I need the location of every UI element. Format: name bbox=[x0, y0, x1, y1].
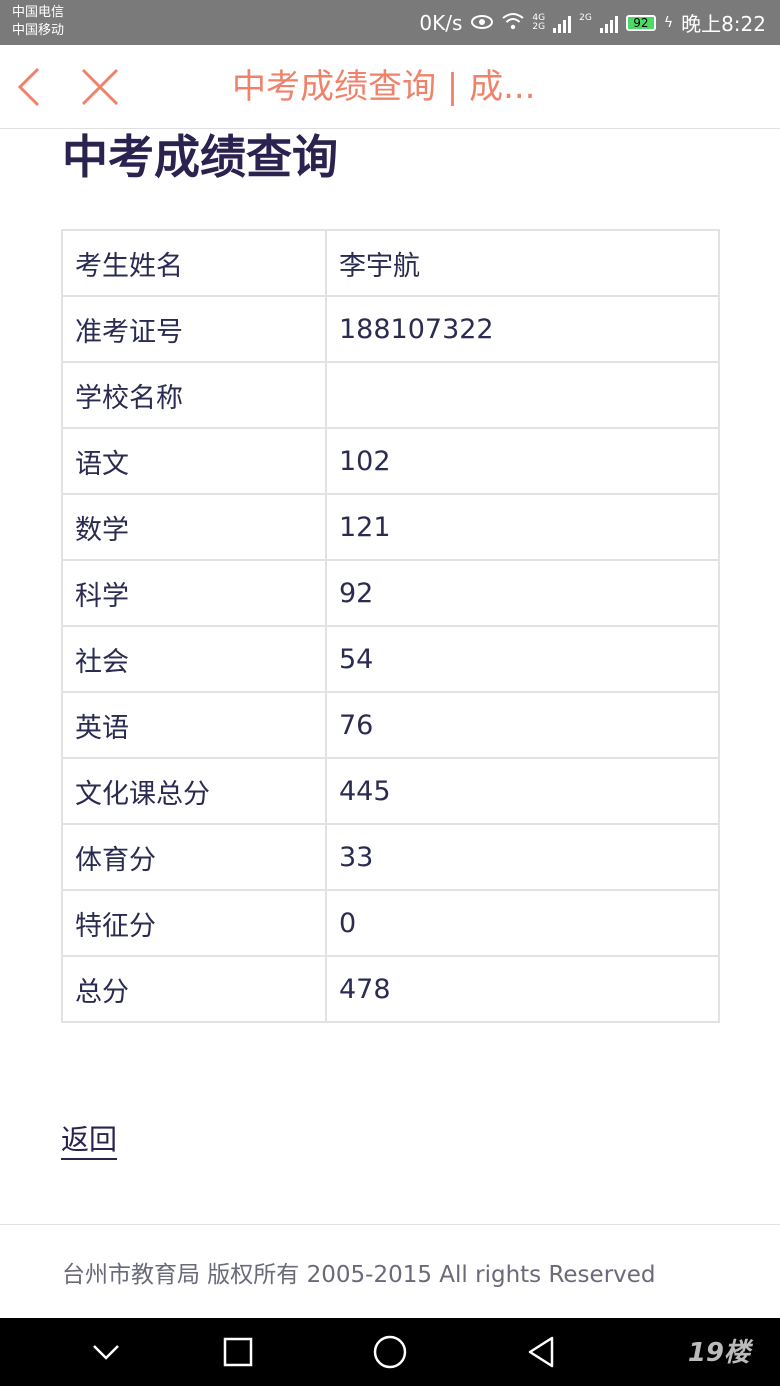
row-value: 121 bbox=[325, 493, 720, 561]
row-label: 英语 bbox=[61, 691, 327, 759]
charging-icon: ϟ bbox=[663, 14, 674, 31]
row-value: 102 bbox=[325, 427, 720, 495]
row-value: 188107322 bbox=[325, 295, 720, 363]
table-row: 准考证号 188107322 bbox=[61, 295, 720, 363]
table-row: 体育分 33 bbox=[61, 823, 720, 891]
table-row: 语文 102 bbox=[61, 427, 720, 495]
close-button[interactable] bbox=[80, 67, 120, 107]
network-type-4g: 4G 2G bbox=[532, 12, 546, 32]
hide-nav-button[interactable] bbox=[86, 1332, 126, 1372]
row-value: 54 bbox=[325, 625, 720, 693]
score-table: 考生姓名 李宇航 准考证号 188107322 学校名称 语文 102 数学 121 科学 92 社会… bbox=[61, 229, 720, 1023]
row-label: 科学 bbox=[61, 559, 327, 627]
row-value: 478 bbox=[325, 955, 720, 1023]
row-label: 社会 bbox=[61, 625, 327, 693]
table-row: 文化课总分 445 bbox=[61, 757, 720, 825]
table-row: 英语 76 bbox=[61, 691, 720, 759]
chevron-left-icon bbox=[17, 67, 40, 107]
row-value bbox=[325, 361, 720, 429]
table-row: 科学 92 bbox=[61, 559, 720, 627]
table-row: 学校名称 bbox=[61, 361, 720, 429]
row-value: 92 bbox=[325, 559, 720, 627]
watermark-logo: 19楼 bbox=[687, 1338, 750, 1368]
chevron-down-icon bbox=[93, 1345, 119, 1360]
net-speed: 0K/s bbox=[419, 10, 463, 35]
row-label: 准考证号 bbox=[61, 295, 327, 363]
system-nav-bar: 19楼 bbox=[0, 1318, 780, 1386]
back-button[interactable] bbox=[14, 65, 50, 109]
row-label: 体育分 bbox=[61, 823, 327, 891]
status-indicators: 0K/s 4G 2G 2G 92 ϟ 晚上8:22 bbox=[419, 0, 766, 45]
circle-icon bbox=[373, 1335, 407, 1369]
table-row: 总分 478 bbox=[61, 955, 720, 1023]
clock: 晚上8:22 bbox=[681, 12, 766, 36]
status-bar: 中国电信 中国移动 0K/s 4G 2G 2G 92 ϟ 晚上8:22 bbox=[0, 0, 780, 45]
row-label: 考生姓名 bbox=[61, 229, 327, 297]
network-type-2g: 2G bbox=[579, 12, 592, 23]
table-row: 考生姓名 李宇航 bbox=[61, 229, 720, 297]
footer-copyright: 台州市教育局 版权所有 2005-2015 All rights Reserve… bbox=[62, 1262, 656, 1288]
row-label: 学校名称 bbox=[61, 361, 327, 429]
row-label: 总分 bbox=[61, 955, 327, 1023]
row-label: 文化课总分 bbox=[61, 757, 327, 825]
eye-icon bbox=[470, 11, 494, 35]
battery-icon: 92 bbox=[625, 14, 656, 31]
row-value: 76 bbox=[325, 691, 720, 759]
row-value: 445 bbox=[325, 757, 720, 825]
row-value: 33 bbox=[325, 823, 720, 891]
row-value: 李宇航 bbox=[325, 229, 720, 297]
wifi-icon bbox=[502, 11, 525, 35]
recents-button[interactable] bbox=[218, 1332, 258, 1372]
carrier-2: 中国移动 bbox=[12, 23, 65, 38]
signal-icon-1 bbox=[553, 13, 572, 33]
nav-title: 中考成绩查询 | 成... bbox=[232, 67, 536, 107]
carrier-info: 中国电信 中国移动 bbox=[12, 4, 64, 40]
close-icon bbox=[81, 68, 119, 106]
table-row: 社会 54 bbox=[61, 625, 720, 693]
back-link[interactable]: 返回 bbox=[61, 1122, 118, 1160]
row-value: 0 bbox=[325, 889, 720, 957]
square-icon bbox=[223, 1337, 253, 1367]
page-title: 中考成绩查询 bbox=[62, 130, 338, 184]
table-row: 数学 121 bbox=[61, 493, 720, 561]
table-row: 特征分 0 bbox=[61, 889, 720, 957]
row-label: 数学 bbox=[61, 493, 327, 561]
home-button[interactable] bbox=[370, 1332, 410, 1372]
footer-divider bbox=[0, 1224, 780, 1225]
row-label: 特征分 bbox=[61, 889, 327, 957]
back-nav-button[interactable] bbox=[522, 1332, 562, 1372]
signal-icon-2 bbox=[599, 13, 618, 33]
navigation-bar: 中考成绩查询 | 成... bbox=[0, 45, 780, 129]
carrier-1: 中国电信 bbox=[12, 5, 65, 20]
triangle-back-icon bbox=[528, 1336, 554, 1368]
row-label: 语文 bbox=[61, 427, 327, 495]
